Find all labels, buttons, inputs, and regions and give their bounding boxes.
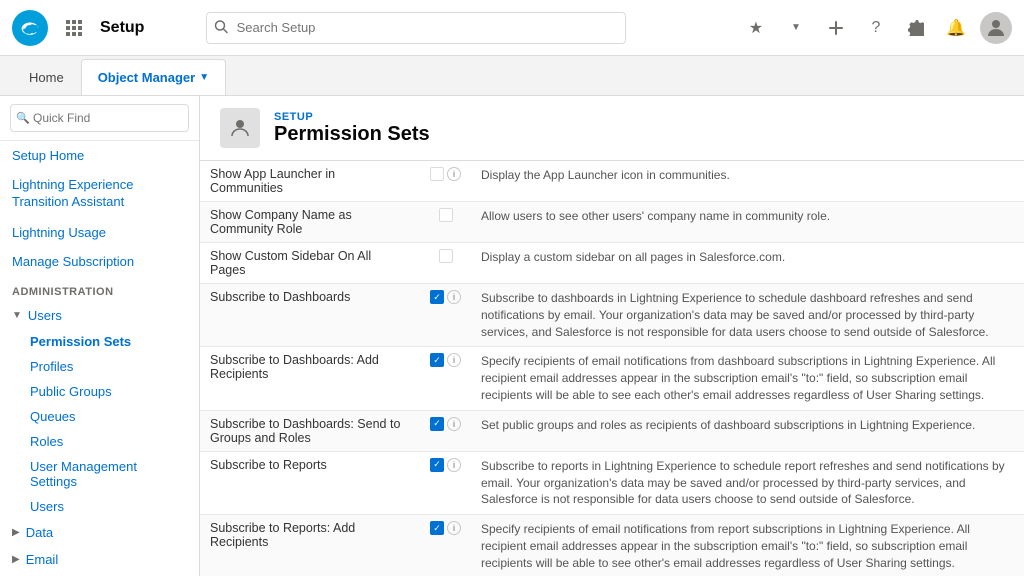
page-header-icon <box>220 108 260 148</box>
info-icon[interactable]: i <box>447 521 461 535</box>
favorites-icon[interactable]: ★ <box>740 12 772 44</box>
tab-home[interactable]: Home <box>12 59 81 95</box>
permission-name: Subscribe to Reports <box>200 451 420 514</box>
sidebar-quick-find[interactable] <box>10 104 189 132</box>
sidebar-group-email[interactable]: ▶ Email <box>0 546 199 573</box>
table-row: Show Company Name as Community Role Allow… <box>200 202 1024 243</box>
page-header: SETUP Permission Sets <box>200 96 1024 161</box>
permission-checkbox-cell: ✓i <box>420 347 471 410</box>
expand-arrow-icon: ▼ <box>12 310 22 321</box>
permission-name: Show App Launcher in Communities <box>200 161 420 202</box>
table-row: Subscribe to Reports✓iSubscribe to repor… <box>200 451 1024 514</box>
sidebar-group-data[interactable]: ▶ Data <box>0 519 199 546</box>
permission-checkbox[interactable]: ✓ <box>430 458 444 472</box>
table-row: Show Custom Sidebar On All Pages Display … <box>200 243 1024 284</box>
sidebar-item-profiles[interactable]: Profiles <box>0 354 199 379</box>
permission-description: Specify recipients of email notification… <box>471 515 1024 576</box>
add-icon[interactable] <box>820 12 852 44</box>
chevron-down-icon: ▼ <box>199 72 209 83</box>
info-icon[interactable]: i <box>447 290 461 304</box>
main-layout: 🔍 Setup Home Lightning Experience Transi… <box>0 96 1024 576</box>
permission-checkbox-cell: i <box>420 161 471 202</box>
permission-checkbox-cell: ✓i <box>420 410 471 451</box>
sidebar-search-area: 🔍 <box>0 96 199 141</box>
permission-checkbox-cell: ✓i <box>420 515 471 576</box>
admin-section-label: ADMINISTRATION <box>0 276 199 302</box>
help-icon[interactable]: ? <box>860 12 892 44</box>
app-title: Setup <box>100 19 144 37</box>
salesforce-logo[interactable] <box>12 10 48 46</box>
sidebar-item-roles[interactable]: Roles <box>0 429 199 454</box>
sidebar-search-icon: 🔍 <box>16 112 30 125</box>
sidebar-item-lightning-usage[interactable]: Lightning Usage <box>0 218 199 247</box>
permission-checkbox[interactable] <box>439 208 453 222</box>
tab-object-manager[interactable]: Object Manager ▼ <box>81 59 226 95</box>
sidebar-item-manage-subscription[interactable]: Manage Subscription <box>0 247 199 276</box>
info-icon[interactable]: i <box>447 353 461 367</box>
permission-description: Subscribe to dashboards in Lightning Exp… <box>471 284 1024 347</box>
permissions-table: Show App Launcher in Communities i Display… <box>200 161 1024 576</box>
permission-checkbox[interactable]: ✓ <box>430 290 444 304</box>
top-nav: Setup ★ ▼ ? 🔔 <box>0 0 1024 56</box>
permission-name: Subscribe to Reports: Add Recipients <box>200 515 420 576</box>
content-area: SETUP Permission Sets Show App Launcher … <box>200 96 1024 576</box>
settings-icon[interactable] <box>900 12 932 44</box>
permission-description: Subscribe to reports in Lightning Experi… <box>471 451 1024 514</box>
sidebar: 🔍 Setup Home Lightning Experience Transi… <box>0 96 200 576</box>
permission-checkbox-cell <box>420 202 471 243</box>
permission-name: Subscribe to Dashboards: Add Recipients <box>200 347 420 410</box>
permission-description: Display the App Launcher icon in communi… <box>471 161 1024 202</box>
permission-description: Allow users to see other users' company … <box>471 202 1024 243</box>
sidebar-item-public-groups[interactable]: Public Groups <box>0 379 199 404</box>
permission-checkbox[interactable]: ✓ <box>430 521 444 535</box>
permission-name: Show Company Name as Community Role <box>200 202 420 243</box>
table-row: Subscribe to Dashboards: Send to Groups … <box>200 410 1024 451</box>
permission-description: Set public groups and roles as recipient… <box>471 410 1024 451</box>
permission-checkbox[interactable]: ✓ <box>430 353 444 367</box>
user-avatar[interactable] <box>980 12 1012 44</box>
sidebar-item-permission-sets[interactable]: Permission Sets <box>0 329 199 354</box>
tab-bar: Home Object Manager ▼ <box>0 56 1024 96</box>
permission-checkbox[interactable] <box>439 249 453 263</box>
table-row: Subscribe to Dashboards✓iSubscribe to da… <box>200 284 1024 347</box>
search-input[interactable] <box>206 12 626 44</box>
permission-checkbox-cell: ✓i <box>420 451 471 514</box>
sidebar-item-user-management-settings[interactable]: User Management Settings <box>0 454 199 494</box>
permission-name: Subscribe to Dashboards <box>200 284 420 347</box>
permission-description: Display a custom sidebar on all pages in… <box>471 243 1024 284</box>
sidebar-item-lightning-transition[interactable]: Lightning Experience Transition Assistan… <box>0 170 199 218</box>
favorites-dropdown-icon[interactable]: ▼ <box>780 12 812 44</box>
permission-checkbox-cell <box>420 243 471 284</box>
top-right-icons: ★ ▼ ? 🔔 <box>740 12 1012 44</box>
page-header-text: SETUP Permission Sets <box>274 111 430 146</box>
sidebar-item-users[interactable]: Users <box>0 494 199 519</box>
permission-checkbox[interactable] <box>430 167 444 181</box>
info-icon[interactable]: i <box>447 458 461 472</box>
permission-name: Show Custom Sidebar On All Pages <box>200 243 420 284</box>
sidebar-item-queues[interactable]: Queues <box>0 404 199 429</box>
notifications-icon[interactable]: 🔔 <box>940 12 972 44</box>
expand-arrow-data-icon: ▶ <box>12 527 20 538</box>
table-row: Subscribe to Dashboards: Add Recipients✓… <box>200 347 1024 410</box>
sidebar-item-setup-home[interactable]: Setup Home <box>0 141 199 170</box>
permission-checkbox[interactable]: ✓ <box>430 417 444 431</box>
page-title: Permission Sets <box>274 123 430 146</box>
table-row: Show App Launcher in Communities i Display… <box>200 161 1024 202</box>
permissions-table-wrap: Show App Launcher in Communities i Display… <box>200 161 1024 576</box>
sidebar-group-users[interactable]: ▼ Users <box>0 302 199 329</box>
permission-checkbox-cell: ✓i <box>420 284 471 347</box>
search-icon <box>214 19 228 36</box>
permission-description: Specify recipients of email notification… <box>471 347 1024 410</box>
info-icon[interactable]: i <box>447 167 461 181</box>
permission-name: Subscribe to Dashboards: Send to Groups … <box>200 410 420 451</box>
info-icon[interactable]: i <box>447 417 461 431</box>
table-row: Subscribe to Reports: Add Recipients✓iSp… <box>200 515 1024 576</box>
setup-label: SETUP <box>274 111 430 123</box>
app-switcher-icon[interactable] <box>60 14 88 42</box>
search-bar <box>206 12 626 44</box>
expand-arrow-email-icon: ▶ <box>12 554 20 565</box>
